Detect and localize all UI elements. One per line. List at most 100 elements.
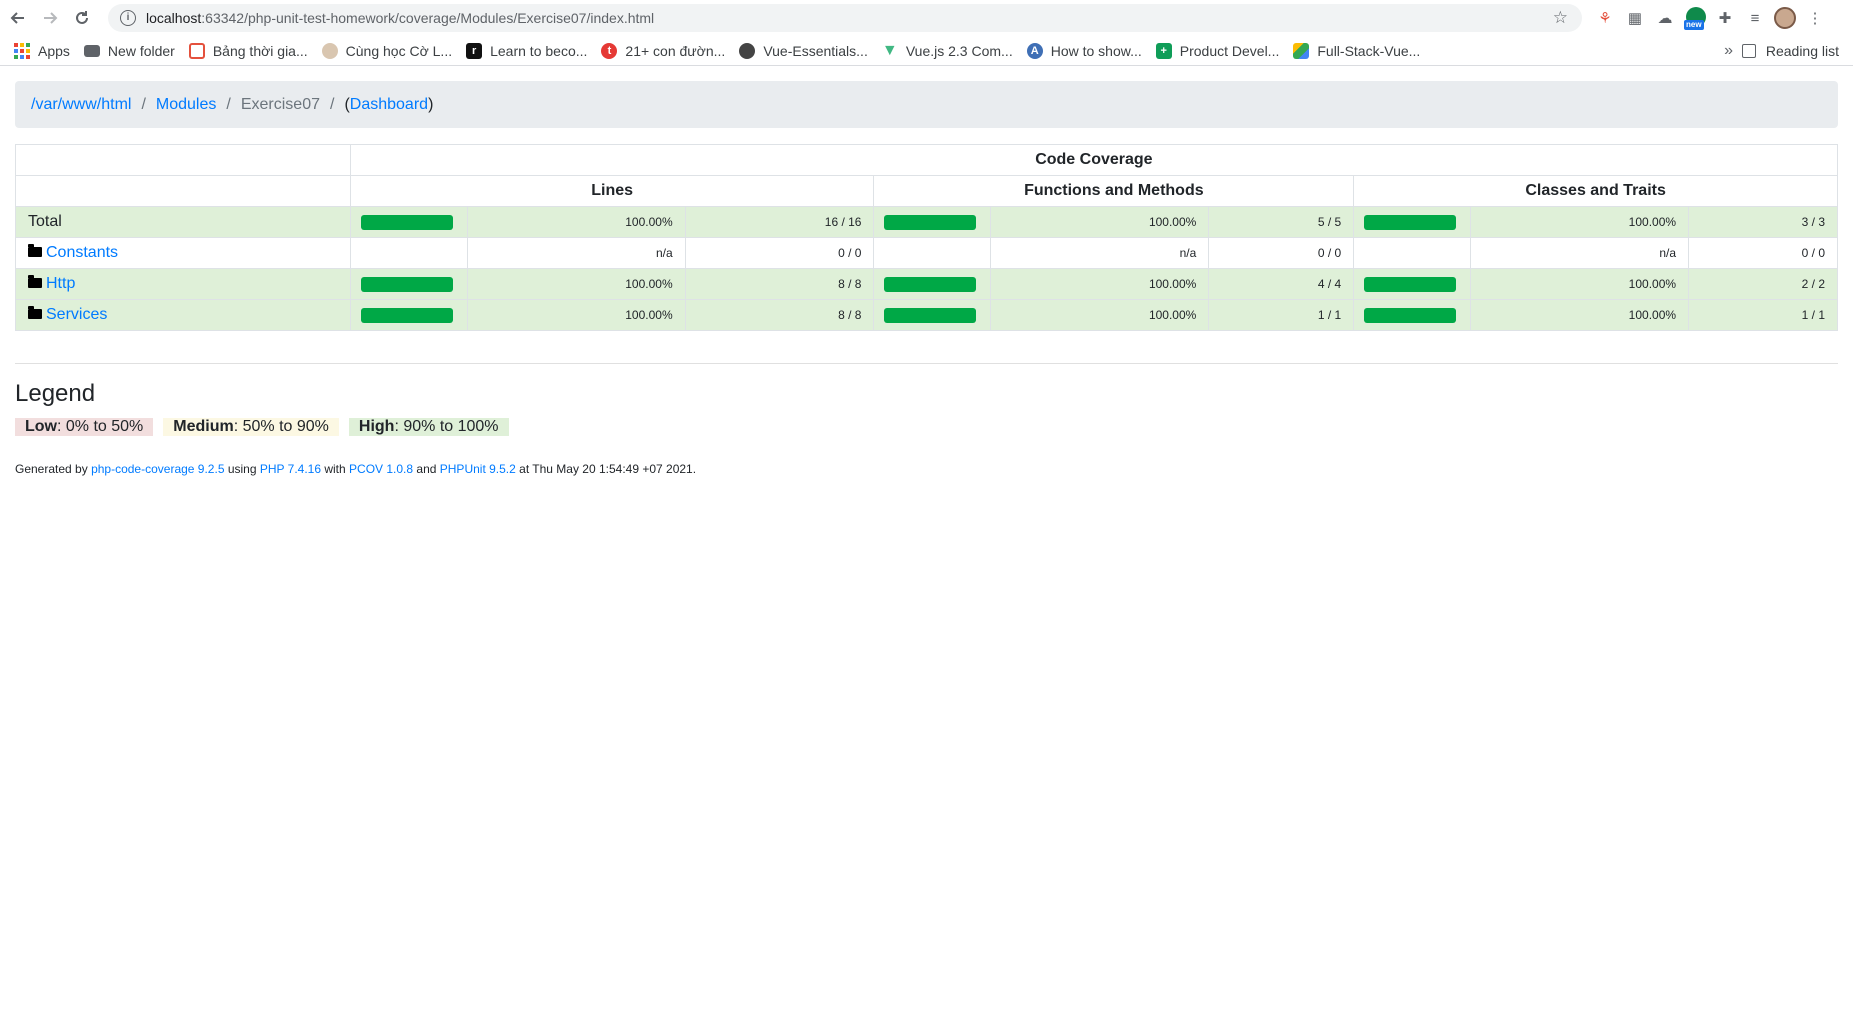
back-button[interactable] (4, 4, 32, 32)
qr-code-icon[interactable]: ▦ (1620, 4, 1650, 32)
extension-new-icon[interactable]: new (1680, 4, 1710, 32)
table-row: Total 100.00% 16 / 16 100.00% 5 / 5 100.00% 3 … (15, 206, 1838, 238)
functions-bar-cell (873, 237, 992, 269)
puzzle-extensions-icon[interactable]: ✚ (1710, 4, 1740, 32)
directory-link[interactable]: Services (46, 306, 107, 323)
profile-avatar[interactable] (1770, 4, 1800, 32)
breadcrumb-separator: / (141, 95, 146, 113)
progress-bar-fill (360, 307, 453, 323)
table-row: Http 100.00% 8 / 8 100.00% 4 / 4 100.00% 2 / 2 (15, 268, 1838, 300)
bookmark-10[interactable]: Full-Stack-Vue... (1293, 42, 1420, 59)
arrow-left-icon (10, 12, 24, 24)
media-queue-icon[interactable]: ≡ (1740, 4, 1770, 32)
progress-bar-fill (884, 276, 977, 292)
folder-icon (83, 44, 100, 57)
bookmark-6[interactable]: Vue-Essentials... (739, 42, 868, 59)
dashboard-link[interactable]: Dashboard (350, 96, 428, 114)
url-path: :63342/php-unit-test-homework/coverage/M… (201, 10, 655, 26)
progress-bar-fill (360, 276, 453, 292)
breadcrumb-current: Exercise07 (240, 95, 320, 113)
bookmark-2[interactable]: Bảng thời gia... (188, 42, 308, 59)
menu-kebab-icon[interactable]: ⋮ (1800, 4, 1830, 32)
functions-percent: n/a (990, 237, 1210, 269)
bookmark-8[interactable]: A How to show... (1026, 42, 1142, 59)
progress-bar (1364, 214, 1457, 230)
lines-percent: 100.00% (466, 299, 686, 331)
extension-tree-icon[interactable]: ⚘ (1590, 4, 1620, 32)
classes-bar-cell (1353, 268, 1472, 300)
blue-circle-icon: A (1026, 42, 1043, 59)
header-empty (15, 175, 351, 207)
php-link[interactable]: PHP 7.4.16 (260, 462, 321, 476)
bookmark-5[interactable]: t 21+ con đườn... (601, 42, 725, 59)
red-hex-icon (188, 42, 205, 59)
lines-bar-cell (349, 237, 468, 269)
progress-bar (360, 307, 453, 323)
bookmark-9[interactable]: + Product Devel... (1155, 42, 1279, 59)
info-icon[interactable]: i (120, 10, 136, 26)
classes-percent: n/a (1470, 237, 1690, 269)
progress-bar (884, 276, 977, 292)
functions-bar-cell (873, 268, 992, 300)
breadcrumb-separator: / (226, 95, 231, 113)
php-code-coverage-link[interactable]: php-code-coverage 9.2.5 (91, 462, 224, 476)
lines-percent: 100.00% (466, 206, 686, 238)
address-bar[interactable]: i localhost:63342/php-unit-test-homework… (108, 4, 1582, 32)
progress-bar-fill (1364, 214, 1457, 230)
legend-high: High: 90% to 100% (348, 418, 509, 436)
row-name-cell: Services (15, 299, 351, 331)
arrow-right-icon (44, 12, 58, 24)
progress-bar-fill (884, 307, 977, 323)
forward-button[interactable] (36, 4, 64, 32)
functions-ratio: 1 / 1 (1208, 299, 1355, 331)
breadcrumb-root-link[interactable]: /var/www/html (31, 96, 131, 114)
lines-ratio: 16 / 16 (684, 206, 875, 238)
table-row: Services 100.00% 8 / 8 100.00% 1 / 1 100.00% 1… (15, 299, 1838, 331)
cloud-extension-icon[interactable]: ☁ (1650, 4, 1680, 32)
classes-percent: 100.00% (1470, 268, 1690, 300)
classes-ratio: 2 / 2 (1688, 268, 1838, 300)
bookmark-7[interactable]: ▼ Vue.js 2.3 Com... (881, 41, 1013, 59)
breadcrumb-modules-link[interactable]: Modules (156, 96, 216, 114)
bookmark-new-folder[interactable]: New folder (83, 43, 175, 59)
progress-bar (360, 214, 453, 230)
legend-title: Legend (15, 380, 96, 407)
functions-bar-cell (873, 299, 992, 331)
functions-bar-cell (873, 206, 992, 238)
functions-percent: 100.00% (990, 299, 1210, 331)
generated-by-footer: Generated by php-code-coverage 9.2.5 usi… (15, 462, 697, 476)
vue-icon: ▼ (881, 41, 898, 59)
folder-icon (28, 306, 42, 319)
classes-bar-cell (1353, 299, 1472, 331)
bookmarks-bar: Apps New folder Bảng thời gia... Cùng họ… (0, 36, 1853, 66)
header-lines: Lines (349, 175, 875, 207)
classes-ratio: 0 / 0 (1688, 237, 1838, 269)
reading-list-icon (1741, 43, 1756, 58)
pcov-link[interactable]: PCOV 1.0.8 (349, 462, 413, 476)
lines-bar-cell (349, 299, 468, 331)
classes-ratio: 3 / 3 (1688, 206, 1838, 238)
bookmarks-overflow-button[interactable]: » (1724, 42, 1733, 60)
classes-percent: 100.00% (1470, 299, 1690, 331)
progress-bar-fill (884, 214, 977, 230)
phpunit-link[interactable]: PHPUnit 9.5.2 (440, 462, 516, 476)
breadcrumb: /var/www/html / Modules / Exercise07 / (… (15, 81, 1838, 128)
header-code-coverage: Code Coverage (349, 144, 1839, 176)
globe-icon (739, 42, 756, 59)
progress-bar (1364, 307, 1457, 323)
progress-bar (884, 214, 977, 230)
bookmark-3[interactable]: Cùng học Cờ L... (321, 42, 452, 59)
reload-icon (76, 11, 88, 24)
table-row: Constants n/a 0 / 0 n/a 0 / 0 n/a 0 / 0 (15, 237, 1838, 269)
lines-percent: n/a (466, 237, 686, 269)
reading-list-button[interactable]: Reading list (1741, 43, 1839, 59)
directory-link[interactable]: Constants (46, 244, 118, 261)
reload-button[interactable] (68, 4, 96, 32)
header-functions: Functions and Methods (873, 175, 1355, 207)
lines-bar-cell (349, 206, 468, 238)
bookmark-4[interactable]: r Learn to beco... (466, 42, 587, 59)
lines-ratio: 8 / 8 (684, 299, 875, 331)
directory-link[interactable]: Http (46, 275, 75, 292)
bookmark-apps[interactable]: Apps (14, 42, 70, 59)
bookmark-star-icon[interactable]: ☆ (1553, 8, 1568, 28)
